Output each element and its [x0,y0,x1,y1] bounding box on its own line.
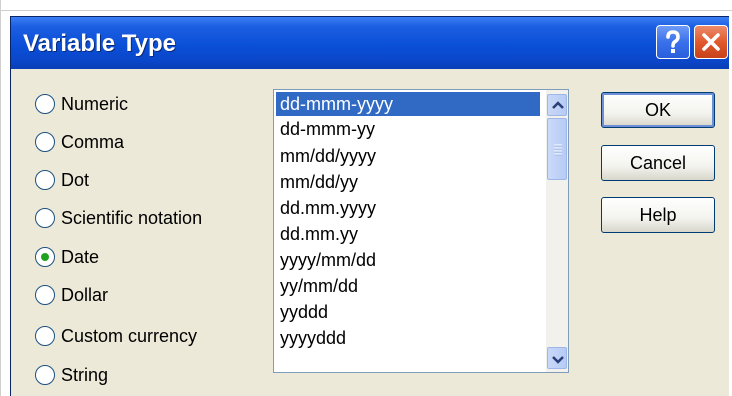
radio-button[interactable] [35,326,55,346]
list-item[interactable]: mm/dd/yyyy [276,144,540,168]
radio-option-dollar[interactable]: Dollar [35,281,108,309]
list-item[interactable]: yyyyddd [276,326,540,350]
help-button[interactable]: Help [601,197,715,233]
list-item[interactable]: dd.mm.yy [276,222,540,246]
grip-icon [554,144,562,156]
radio-label: Dollar [61,284,109,305]
list-item[interactable]: yy/mm/dd [276,274,540,298]
background-line [0,0,1,396]
chevron-up-icon [552,101,564,109]
radio-label: Comma [61,131,125,152]
scroll-up-button[interactable] [547,94,567,116]
list-item[interactable]: dd.mm.yyyy [276,196,540,220]
radio-label: Date [61,246,100,267]
question-mark-icon [666,30,680,53]
radio-button[interactable] [35,132,55,152]
radio-option-numeric[interactable]: Numeric [35,90,128,118]
background-line [0,10,732,11]
date-format-listbox[interactable]: dd-mmm-yyyy dd-mmm-yy mm/dd/yyyy mm/dd/y… [273,89,569,373]
title-close-button[interactable] [694,25,728,59]
radio-button[interactable] [35,285,55,305]
variable-type-dialog: Variable Type Numeric Comma Dot Scientif… [10,16,729,396]
ok-button[interactable]: OK [601,92,715,128]
radio-label: String [61,364,109,385]
radio-label: Dot [61,169,90,190]
title-bar[interactable]: Variable Type [11,17,729,69]
dialog-title: Variable Type [23,30,176,57]
list-item[interactable]: mm/dd/yy [276,170,540,194]
radio-option-string[interactable]: String [35,361,108,389]
radio-button[interactable] [35,94,55,114]
chevron-down-icon [552,356,564,364]
radio-label: Numeric [61,93,129,114]
list-item[interactable]: yyyy/mm/dd [276,248,540,272]
list-item[interactable]: dd-mmm-yy [276,117,540,141]
scroll-down-button[interactable] [547,347,567,369]
radio-option-custom-currency[interactable]: Custom currency [35,322,197,350]
list-item-selected[interactable]: dd-mmm-yyyy [276,92,540,116]
radio-option-scientific-notation[interactable]: Scientific notation [35,204,202,232]
vertical-scrollbar[interactable] [546,90,568,372]
radio-option-dot[interactable]: Dot [35,166,89,194]
scroll-thumb[interactable] [547,118,567,180]
cancel-button[interactable]: Cancel [601,145,715,181]
radio-button[interactable] [35,365,55,385]
title-help-button[interactable] [656,25,690,59]
radio-option-date[interactable]: Date [35,243,99,271]
radio-option-comma[interactable]: Comma [35,128,124,156]
close-x-icon [702,33,720,51]
radio-label: Scientific notation [61,207,203,228]
list-item[interactable]: yyddd [276,300,540,324]
radio-button-checked[interactable] [35,247,55,267]
radio-label: Custom currency [61,325,198,346]
radio-button[interactable] [35,170,55,190]
radio-button[interactable] [35,208,55,228]
